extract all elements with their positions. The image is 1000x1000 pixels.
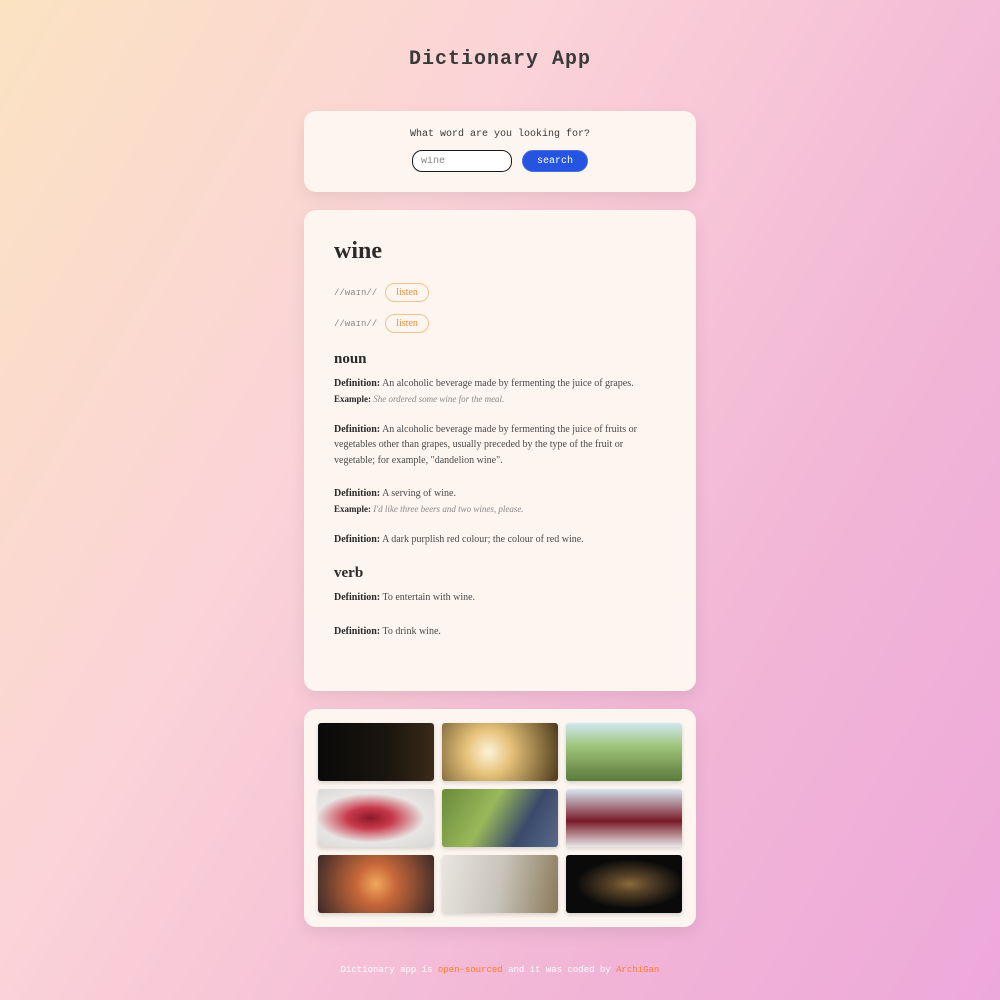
search-input[interactable] — [412, 150, 512, 172]
footer-text: Dictionary app is open-sourced and it wa… — [341, 965, 660, 975]
definition-line: Definition: An alcoholic beverage made b… — [334, 422, 666, 469]
footer-pre: Dictionary app is — [341, 965, 438, 975]
example-text: She ordered some wine for the meal. — [373, 394, 504, 404]
results-card: wine //waɪn// listen //waɪn// listen nou… — [304, 210, 696, 691]
result-word: wine — [334, 238, 666, 265]
photo-thumb[interactable] — [318, 789, 434, 847]
search-button[interactable]: search — [522, 150, 588, 172]
definition-label: Definition: — [334, 592, 380, 603]
example-text: I'd like three beers and two wines, plea… — [373, 504, 523, 514]
definition-line: Definition: A serving of wine. — [334, 486, 666, 502]
phonetic-row: //waɪn// listen — [334, 283, 666, 302]
definition-block: Definition: To drink wine. — [334, 624, 666, 640]
photos-card — [304, 709, 696, 927]
photo-thumb[interactable] — [566, 789, 682, 847]
definition-text: An alcoholic beverage made by fermenting… — [382, 378, 634, 389]
listen-button[interactable]: listen — [385, 283, 429, 302]
definition-block: Definition: An alcoholic beverage made b… — [334, 376, 666, 404]
phonetic-text: //waɪn// — [334, 319, 377, 329]
definition-line: Definition: An alcoholic beverage made b… — [334, 376, 666, 392]
definition-line: Definition: To drink wine. — [334, 624, 666, 640]
definition-block: Definition: A serving of wine. Example: … — [334, 486, 666, 514]
definition-text: A dark purplish red colour; the colour o… — [382, 534, 584, 545]
definition-text: To entertain with wine. — [382, 592, 475, 603]
photo-thumb[interactable] — [318, 855, 434, 913]
definition-label: Definition: — [334, 488, 380, 499]
example-label: Example: — [334, 394, 371, 404]
definition-label: Definition: — [334, 424, 380, 435]
part-of-speech: noun — [334, 351, 666, 368]
photo-thumb[interactable] — [442, 855, 558, 913]
example-line: Example: She ordered some wine for the m… — [334, 394, 666, 404]
listen-button[interactable]: listen — [385, 314, 429, 333]
definition-label: Definition: — [334, 378, 380, 389]
definition-line: Definition: To entertain with wine. — [334, 590, 666, 606]
definition-block: Definition: A dark purplish red colour; … — [334, 532, 666, 548]
definition-label: Definition: — [334, 626, 380, 637]
definition-text: An alcoholic beverage made by fermenting… — [334, 424, 637, 466]
definition-line: Definition: A dark purplish red colour; … — [334, 532, 666, 548]
part-of-speech: verb — [334, 565, 666, 582]
open-source-link[interactable]: open-sourced — [438, 965, 503, 975]
search-card: What word are you looking for? search — [304, 111, 696, 192]
phonetic-row: //waɪn// listen — [334, 314, 666, 333]
photo-thumb[interactable] — [442, 723, 558, 781]
photo-thumb[interactable] — [442, 789, 558, 847]
phonetic-text: //waɪn// — [334, 288, 377, 298]
photo-thumb[interactable] — [566, 723, 682, 781]
photo-grid — [318, 723, 682, 913]
footer-mid: and it was coded by — [503, 965, 616, 975]
definition-label: Definition: — [334, 534, 380, 545]
definition-text: A serving of wine. — [382, 488, 456, 499]
definition-text: To drink wine. — [382, 626, 440, 637]
example-line: Example: I'd like three beers and two wi… — [334, 504, 666, 514]
search-prompt: What word are you looking for? — [324, 129, 676, 140]
photo-thumb[interactable] — [318, 723, 434, 781]
search-row: search — [324, 150, 676, 172]
author-link[interactable]: ArchiGan — [616, 965, 659, 975]
photo-thumb[interactable] — [566, 855, 682, 913]
definition-block: Definition: An alcoholic beverage made b… — [334, 422, 666, 469]
app-title: Dictionary App — [409, 48, 591, 71]
definition-block: Definition: To entertain with wine. — [334, 590, 666, 606]
example-label: Example: — [334, 504, 371, 514]
